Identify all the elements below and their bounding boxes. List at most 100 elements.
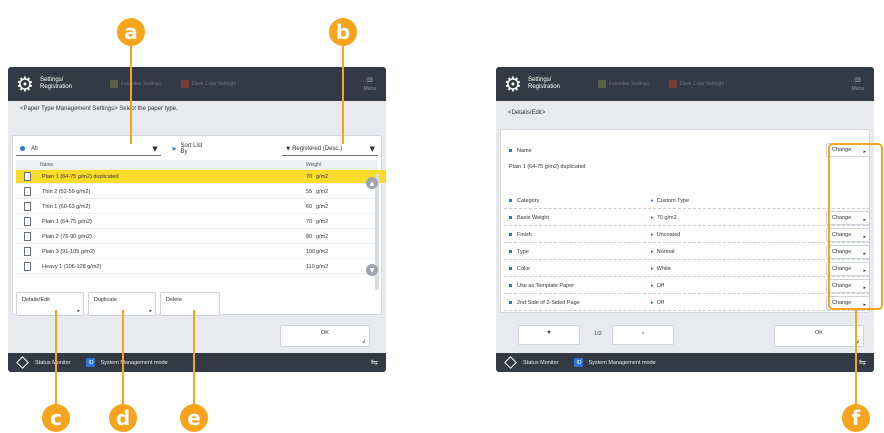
attribute-label: 2nd Side of 2-Sided Page — [509, 300, 580, 306]
table-row[interactable]: Plain 2 (76-90 g/m2) 80 g/m2 — [16, 230, 386, 244]
attribute-label: Use as Template Paper — [509, 283, 574, 289]
delete-button[interactable]: Delete — [160, 292, 220, 316]
table-row[interactable]: Plain 1 (64-75 g/m2) duplicated 70 g/m2 — [16, 170, 386, 184]
settings-gear-icon[interactable]: ⚙ — [14, 73, 36, 95]
sort-value: Registered (Desc.) — [292, 145, 343, 152]
settings-gear-icon[interactable]: ⚙ — [502, 73, 524, 95]
attribute-value: Off — [651, 300, 664, 306]
id-badge-icon: ID — [574, 358, 584, 367]
table-row[interactable]: Thin 1 (60-63 g/m2) 60 g/m2 — [16, 200, 386, 214]
shortcut-label: Favorites Settings — [609, 81, 650, 87]
chevron-down-icon: ▼ — [369, 144, 376, 153]
paper-weight: 100 — [306, 248, 316, 255]
attribute-label: Category — [509, 198, 539, 204]
attribute-row: Category Custom Type — [504, 193, 870, 209]
filter-value: All — [31, 145, 38, 152]
favorites-settings-shortcut[interactable]: Favorites Settings — [598, 80, 649, 88]
callout-d: d — [109, 404, 137, 432]
page-up-button[interactable]: ▲ — [612, 325, 674, 345]
desk-copy-shortcut[interactable]: Desk Copy Settings — [181, 80, 236, 88]
remote-icon[interactable]: ⇋ — [858, 358, 866, 368]
remote-icon[interactable]: ⇋ — [370, 358, 378, 368]
table-row[interactable]: Plain 1 (64-75 g/m2) 70 g/m2 — [16, 215, 386, 229]
sort-label-text: Sort List By — [180, 143, 203, 155]
attribute-row: FinishUncoatedChange▸ — [504, 227, 870, 243]
table-row[interactable]: Thin 2 (52-59 g/m2) 55 g/m2 — [16, 185, 386, 199]
document-icon — [24, 202, 31, 211]
callout-f: f — [842, 404, 870, 432]
callout-f-line — [855, 310, 857, 408]
status-monitor-icon — [16, 356, 29, 369]
favorites-settings-shortcut[interactable]: Favorites Settings — [110, 80, 161, 88]
page-down-button[interactable]: ▼ — [518, 325, 580, 345]
hamburger-icon: ≡ — [853, 75, 862, 86]
document-icon — [24, 247, 31, 256]
table-row[interactable]: Heavy 1 (106-128 g/m2) 110 g/m2 — [16, 260, 386, 274]
attribute-row: 2nd Side of 2-Sided PageOffChange▸ — [504, 295, 870, 311]
callout-c: c — [42, 404, 70, 432]
table-row[interactable]: Plain 3 (91-105 g/m2) 100 g/m2 — [16, 245, 386, 259]
status-monitor-button[interactable]: Status Monitor — [523, 360, 558, 366]
attribute-label: Color — [509, 266, 530, 272]
paper-weight: 70 — [306, 173, 313, 180]
menu-button[interactable]: ≡ Menu — [363, 76, 376, 93]
scroll-up-button[interactable]: ▲ — [366, 177, 378, 189]
callout-b-line — [342, 44, 344, 144]
attribute-row: Use as Template PaperOffChange▸ — [504, 278, 870, 294]
button-label: Duplicate — [94, 297, 117, 303]
sort-dropdown[interactable]: ▼ Registered (Desc.) ▼ — [282, 143, 379, 156]
details-edit-button[interactable]: Details/Edit ▸ — [16, 292, 84, 316]
button-label: OK — [815, 330, 823, 336]
document-icon — [24, 172, 31, 181]
shortcut-label: Favorites Settings — [121, 81, 162, 87]
scroll-down-button[interactable]: ▼ — [366, 264, 378, 276]
list-controls: All ▼ ▶ Sort List By ▼ Registered (Desc.… — [16, 140, 379, 158]
shortcut-label: Desk Copy Settings — [192, 81, 236, 87]
button-label: OK — [321, 330, 329, 336]
arrow-down-icon: ▼ — [546, 330, 552, 336]
weight-unit: g/m2 — [316, 233, 329, 240]
change-buttons-highlight — [828, 143, 883, 310]
filter-dropdown[interactable]: All ▼ — [16, 143, 161, 156]
paper-type-list: Name Weight Plain 1 (64-75 g/m2) duplica… — [16, 160, 386, 300]
sort-label: ▶ Sort List By — [173, 143, 211, 155]
return-icon: ↲ — [361, 339, 366, 345]
callout-a: a — [117, 18, 145, 46]
attribute-row: Basis Weight70 g/m2Change▸ — [504, 210, 870, 226]
status-bar: Status Monitor ID System Management mode… — [496, 353, 874, 372]
menu-button[interactable]: ≡ Menu — [851, 75, 864, 93]
attribute-label: Basis Weight — [509, 215, 549, 221]
status-monitor-button[interactable]: Status Monitor — [35, 360, 70, 366]
attribute-label: Finish — [509, 232, 532, 238]
chevron-down-icon: ▼ — [152, 144, 158, 153]
bullet-icon — [509, 149, 512, 153]
weight-unit: g/m2 — [316, 248, 329, 255]
favorites-icon — [110, 80, 118, 88]
status-bar: Status Monitor ID System Management mode… — [8, 353, 386, 372]
attribute-value: Custom Type — [651, 198, 689, 204]
paper-type-list-screen: ⚙ Settings/ Registration Favorites Setti… — [8, 67, 386, 372]
system-mode-label: System Management mode — [588, 359, 656, 366]
attribute-label: Type — [509, 249, 529, 255]
document-icon — [24, 187, 31, 196]
column-weight: Weight — [306, 162, 322, 168]
document-icon — [24, 217, 31, 226]
callout-a-line — [130, 44, 132, 144]
more-arrow-icon: ▸ — [77, 308, 80, 314]
paper-weight: 70 — [306, 218, 313, 225]
desk-copy-shortcut[interactable]: Desk Copy Settings — [669, 80, 724, 88]
document-icon — [24, 262, 31, 271]
paper-name: Thin 1 (60-63 g/m2) — [42, 203, 91, 210]
paper-name: Plain 1 (64-75 g/m2) — [42, 218, 92, 225]
weight-unit: g/m2 — [316, 188, 329, 195]
more-arrow-icon: ▸ — [149, 308, 152, 314]
ok-button[interactable]: OK ↲ — [280, 325, 370, 347]
favorites-icon — [598, 80, 606, 88]
paper-weight: 55 — [306, 188, 313, 195]
callout-c-line — [55, 310, 57, 408]
arrow-up-icon: ▲ — [640, 330, 646, 336]
paper-name: Heavy 1 (106-128 g/m2) — [42, 263, 102, 270]
ok-button[interactable]: OK ↲ — [774, 325, 864, 347]
attribute-value: Uncoated — [651, 232, 681, 238]
bullet-icon: ▶ — [172, 146, 177, 152]
